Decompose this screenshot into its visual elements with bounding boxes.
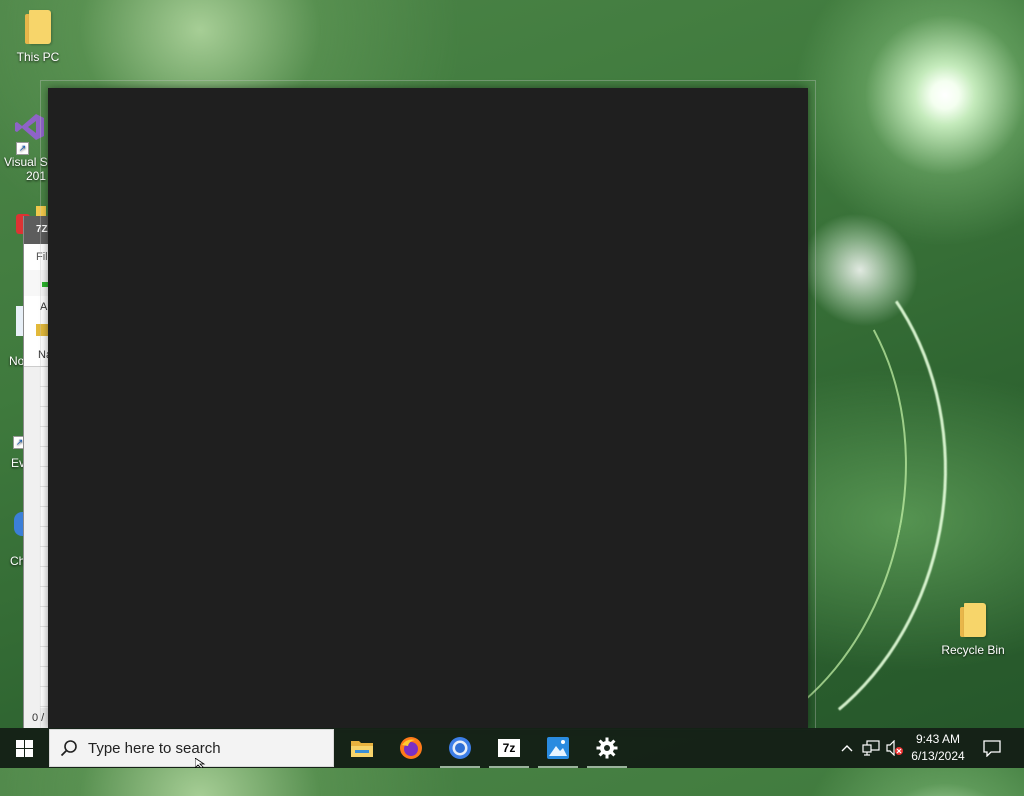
photos-icon [547,737,569,759]
desktop-icon-label: This PC [16,50,60,64]
chevron-up-icon [841,745,853,752]
taskbar-app-7zip[interactable]: 7z [485,728,533,768]
taskbar-app-file-explorer[interactable] [338,728,386,768]
firefox-icon [400,737,422,759]
search-icon [60,739,82,757]
taskbar-app-settings[interactable] [583,728,631,768]
7zip-icon: 7z [498,739,520,757]
taskbar-app-chrome[interactable] [436,728,484,768]
dark-app-window[interactable] [48,88,808,728]
desktop-icon-this-pc[interactable]: This PC [3,10,73,64]
taskbar-app-firefox[interactable] [387,728,435,768]
cursor-arrow-icon [195,758,206,768]
desktop-icon-recycle-bin[interactable]: Recycle Bin [938,603,1008,657]
desktop-icon-label: Recycle Bin [941,643,1005,657]
network-button[interactable] [860,728,882,768]
file-explorer-icon [351,741,373,757]
folder-icon [23,10,53,44]
clock-date: 6/13/2024 [911,749,965,763]
action-center-button[interactable] [980,728,1004,768]
taskbar-search[interactable] [49,729,334,767]
start-button[interactable] [0,728,48,768]
windows-logo-icon [15,739,33,757]
taskbar-app-photos[interactable] [534,728,582,768]
gear-icon [596,737,618,759]
show-hidden-icons-button[interactable] [836,728,858,768]
taskbar: 7z [0,728,1024,768]
chrome-icon [449,737,471,759]
search-input[interactable] [88,739,308,757]
taskbar-clock[interactable]: 9:43 AM 6/13/2024 [900,728,976,768]
network-icon [862,740,880,756]
clock-time: 9:43 AM [915,732,961,746]
recycle-bin-icon [958,603,988,637]
notification-icon [983,739,1001,757]
shortcut-arrow-icon: ↗ [16,142,29,155]
